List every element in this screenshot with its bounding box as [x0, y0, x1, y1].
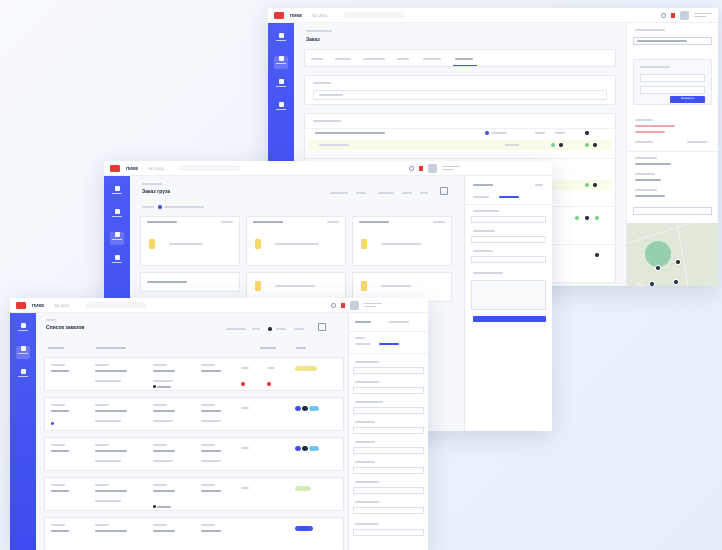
sidebar-item-reports[interactable] [110, 255, 124, 268]
assign-card: Применить [633, 59, 712, 105]
table-row[interactable] [44, 357, 344, 391]
cargo-icon [361, 281, 367, 291]
home-icon [114, 186, 120, 191]
breadcrumb [46, 318, 56, 322]
main-area: Список заказов [36, 313, 348, 550]
cargo-column-3 [352, 216, 452, 266]
sidebar-item-home[interactable] [16, 323, 30, 336]
truck-icon [278, 79, 284, 84]
brand-name: ПИКЕ [290, 12, 303, 18]
breadcrumb [142, 182, 162, 186]
brand-logo-icon [16, 301, 26, 309]
cargo-icon [361, 239, 367, 249]
sidebar-item-orders[interactable] [110, 209, 124, 222]
apply-button[interactable]: Применить [670, 96, 705, 103]
sidebar-item-orders[interactable] [274, 56, 288, 69]
breadcrumb [306, 29, 332, 33]
sidebar [10, 313, 36, 550]
global-search-input[interactable] [343, 12, 404, 18]
sidebar-item-reports[interactable] [274, 102, 288, 115]
cargo-column-4 [140, 272, 240, 292]
user-avatar[interactable] [350, 300, 359, 310]
cargo-icon [255, 239, 261, 249]
report-icon [278, 102, 284, 107]
route-map[interactable] [627, 223, 718, 286]
sidebar-item-fleet[interactable] [16, 369, 30, 382]
map-pin-icon[interactable] [675, 259, 681, 265]
page-title: Заказ груза [142, 189, 171, 195]
user-avatar[interactable] [428, 163, 437, 173]
delivery-zone [645, 241, 671, 267]
brand-logo-icon [274, 11, 284, 19]
report-icon [114, 255, 120, 260]
save-button[interactable] [473, 316, 546, 322]
cargo-icon [149, 239, 155, 249]
map-pin-icon[interactable] [649, 281, 655, 286]
settings-icon[interactable] [440, 187, 448, 195]
language-flag-icon[interactable] [419, 165, 423, 171]
app-subtitle: SD 2021 [148, 165, 164, 171]
filter-panel [304, 75, 616, 105]
language-flag-icon[interactable] [671, 12, 675, 18]
orders-list-screen: ПИКЕ SD 2021 Список заказов [10, 298, 428, 550]
sidebar-item-home[interactable] [274, 33, 288, 46]
language-flag-icon[interactable] [341, 302, 345, 308]
cargo-icon [114, 232, 120, 237]
truck-icon [20, 369, 26, 374]
cargo-column-1 [140, 216, 240, 266]
table-row[interactable] [44, 397, 344, 431]
table-row[interactable] [44, 437, 344, 471]
cargo-icon [255, 281, 261, 291]
global-search-input[interactable] [179, 165, 240, 171]
top-bar: ПИКЕ SD 2021 [104, 161, 552, 176]
brand-name: ПИКЕ [126, 165, 139, 171]
table-row[interactable] [44, 517, 344, 550]
home-icon [278, 33, 284, 38]
notification-icon[interactable] [331, 302, 336, 308]
brand-name: ПИКЕ [32, 302, 45, 308]
tab-bar [304, 49, 616, 67]
page-title: Список заказов [46, 325, 85, 331]
user-info [364, 302, 382, 308]
table-row[interactable] [44, 477, 344, 511]
sidebar-item-fleet[interactable] [274, 79, 288, 92]
brand-logo-icon [110, 164, 120, 172]
filter-side-panel [348, 313, 428, 550]
order-side-panel: Применить [626, 23, 718, 286]
sidebar-item-cargo[interactable] [110, 232, 124, 245]
settings-icon[interactable] [318, 323, 326, 331]
app-subtitle: SD 2021 [312, 12, 328, 18]
notification-icon[interactable] [409, 165, 414, 171]
global-search-input[interactable] [85, 302, 146, 308]
home-icon [20, 323, 26, 328]
map-pin-icon[interactable] [673, 279, 679, 285]
notification-icon[interactable] [661, 12, 666, 18]
orders-icon [114, 209, 120, 214]
cargo-side-panel [464, 176, 552, 431]
top-bar: ПИКЕ SD 2021 [10, 298, 428, 313]
app-subtitle: SD 2021 [54, 302, 70, 308]
user-avatar[interactable] [680, 10, 689, 20]
user-info [442, 165, 460, 171]
tab-active[interactable] [455, 58, 473, 60]
map-pin-icon[interactable] [655, 265, 661, 271]
sidebar-item-orders[interactable] [16, 346, 30, 359]
page-title: Заказ [306, 37, 320, 43]
orders-icon [20, 346, 26, 351]
cargo-column-2 [246, 216, 346, 266]
orders-icon [278, 56, 284, 61]
top-bar: ПИКЕ SD 2021 [268, 8, 718, 23]
user-info [694, 12, 712, 18]
sidebar-item-home[interactable] [110, 186, 124, 199]
